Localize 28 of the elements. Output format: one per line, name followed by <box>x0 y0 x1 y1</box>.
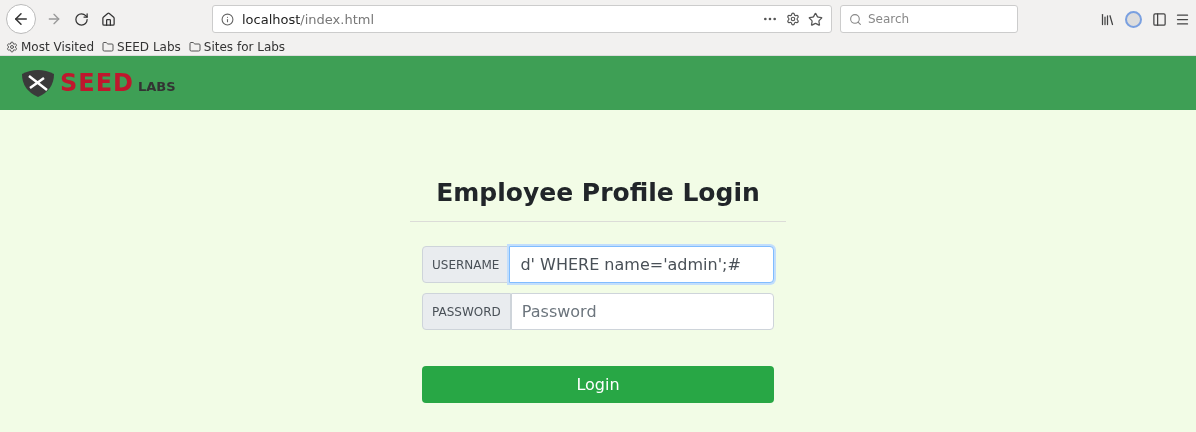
bookmark-item[interactable]: SEED Labs <box>102 39 181 54</box>
gear-icon <box>6 40 18 53</box>
menu-icon[interactable] <box>1175 11 1190 27</box>
shield-icon <box>20 68 56 98</box>
search-placeholder: Search <box>868 12 910 26</box>
folder-icon <box>102 40 115 53</box>
back-button[interactable] <box>6 4 36 34</box>
search-field[interactable]: Search <box>840 5 1018 33</box>
input-field[interactable]: d' WHERE name='admin';# <box>509 246 774 283</box>
info-icon <box>221 12 234 26</box>
logo-subtext: LABS <box>138 78 176 94</box>
logo-text: SEED <box>60 69 134 97</box>
home-icon <box>101 11 116 27</box>
library-icon[interactable] <box>1100 11 1115 27</box>
search-icon <box>849 12 862 26</box>
address-bar[interactable]: localhost/index.html <box>212 5 832 33</box>
bookmark-item[interactable]: Most Visited <box>6 39 95 54</box>
url-text: localhost/index.html <box>242 11 375 27</box>
field-label: USERNAME <box>422 246 510 283</box>
folder-icon <box>188 40 201 53</box>
sidebar-icon[interactable] <box>1152 11 1167 27</box>
field-label: PASSWORD <box>422 293 511 330</box>
input-field[interactable]: Password <box>510 293 774 330</box>
page-title: Employee Profile Login <box>436 178 760 207</box>
bookmark-item[interactable]: Sites for Labs <box>188 39 286 54</box>
reload-icon <box>74 11 89 27</box>
star-icon[interactable] <box>808 11 823 27</box>
forward-arrow-icon <box>46 11 62 27</box>
